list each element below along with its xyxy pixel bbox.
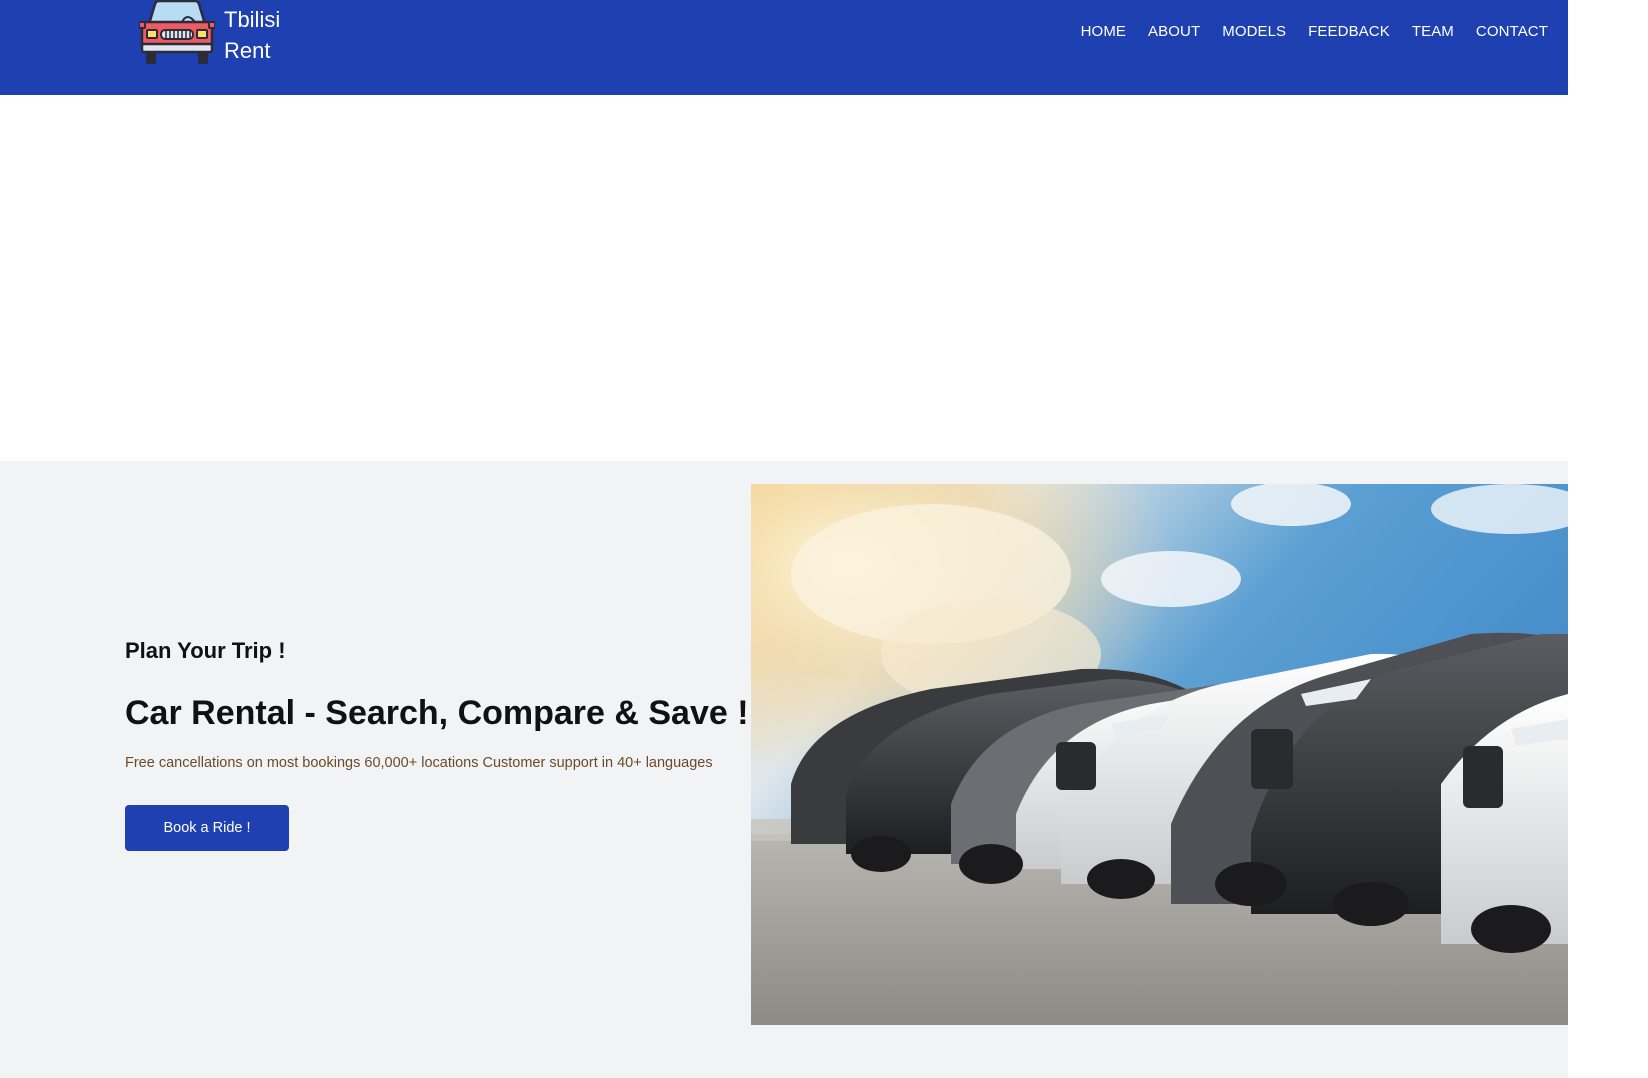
hero-cars-image	[751, 484, 1568, 1025]
main-nav: HOME ABOUT MODELS FEEDBACK TEAM CONTACT	[1081, 22, 1548, 42]
site-header: Tbilisi Rent HOME ABOUT MODELS FEEDBACK …	[0, 0, 1568, 95]
blank-spacer	[0, 95, 1568, 461]
nav-feedback[interactable]: FEEDBACK	[1308, 22, 1390, 42]
nav-models[interactable]: MODELS	[1222, 22, 1286, 42]
brand-name: Tbilisi Rent	[224, 7, 281, 63]
hero-section: Plan Your Trip ! Car Rental - Search, Co…	[0, 461, 1568, 1078]
book-ride-button[interactable]: Book a Ride !	[125, 805, 289, 851]
nav-about[interactable]: ABOUT	[1148, 22, 1200, 42]
nav-contact[interactable]: CONTACT	[1476, 22, 1548, 42]
hero-subtext: Free cancellations on most bookings 60,0…	[125, 755, 713, 771]
car-front-icon	[139, 0, 215, 64]
nav-home[interactable]: HOME	[1081, 22, 1126, 42]
hero-eyebrow: Plan Your Trip !	[125, 638, 286, 663]
nav-team[interactable]: TEAM	[1412, 22, 1454, 42]
hero-headline: Car Rental - Search, Compare & Save !	[125, 694, 749, 732]
brand-logo[interactable]: Tbilisi Rent	[139, 0, 304, 66]
hero-text: Plan Your Trip ! Car Rental - Search, Co…	[125, 637, 749, 851]
